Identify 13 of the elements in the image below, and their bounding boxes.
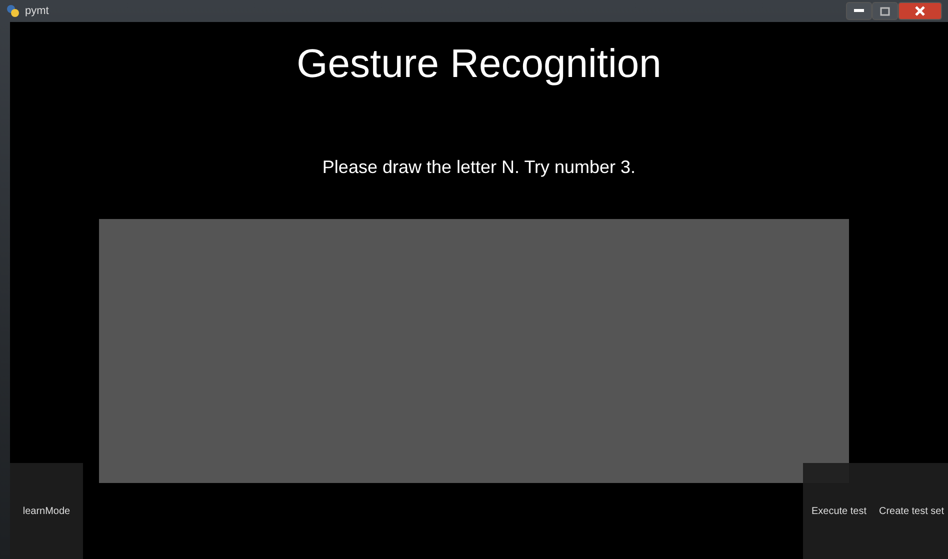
page-title: Gesture Recognition bbox=[296, 42, 662, 87]
test-button[interactable]: Execute test bbox=[803, 463, 875, 559]
test-button[interactable]: Create test set bbox=[875, 463, 948, 559]
snake-logo-icon bbox=[6, 4, 20, 18]
mode-button[interactable]: learnMode bbox=[10, 463, 83, 559]
minimize-button[interactable] bbox=[846, 2, 872, 20]
instruction-text: Please draw the letter N. Try number 3. bbox=[322, 157, 636, 178]
window-title: pymt bbox=[25, 5, 50, 17]
close-button[interactable] bbox=[898, 2, 942, 20]
maximize-icon bbox=[880, 6, 890, 16]
close-icon bbox=[915, 6, 925, 16]
maximize-button[interactable] bbox=[872, 2, 898, 20]
minimize-icon bbox=[854, 9, 864, 13]
